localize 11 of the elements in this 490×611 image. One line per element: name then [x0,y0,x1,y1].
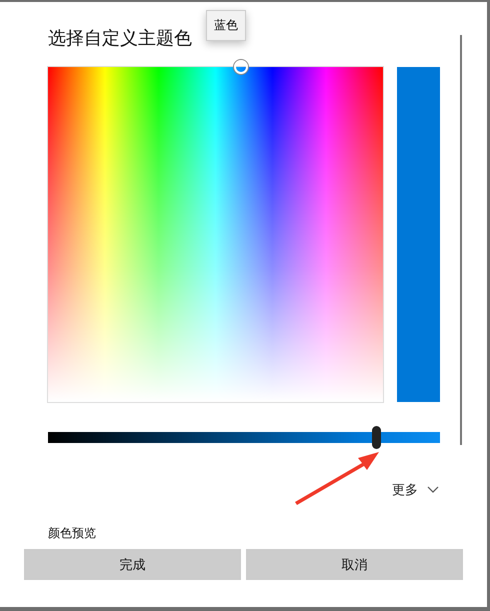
slider-thumb[interactable] [372,426,382,449]
tooltip: 蓝色 [206,10,246,41]
picker-handle[interactable] [234,60,248,74]
dialog-title: 选择自定义主题色 [48,27,192,50]
more-toggle[interactable]: 更多 [392,481,439,499]
section-label: 颜色预览 [48,525,97,542]
color-spectrum[interactable] [48,67,383,402]
cancel-button[interactable]: 取消 [246,549,463,580]
chevron-icon [427,486,439,494]
scrollbar[interactable] [460,35,462,445]
done-button[interactable]: 完成 [24,549,241,580]
